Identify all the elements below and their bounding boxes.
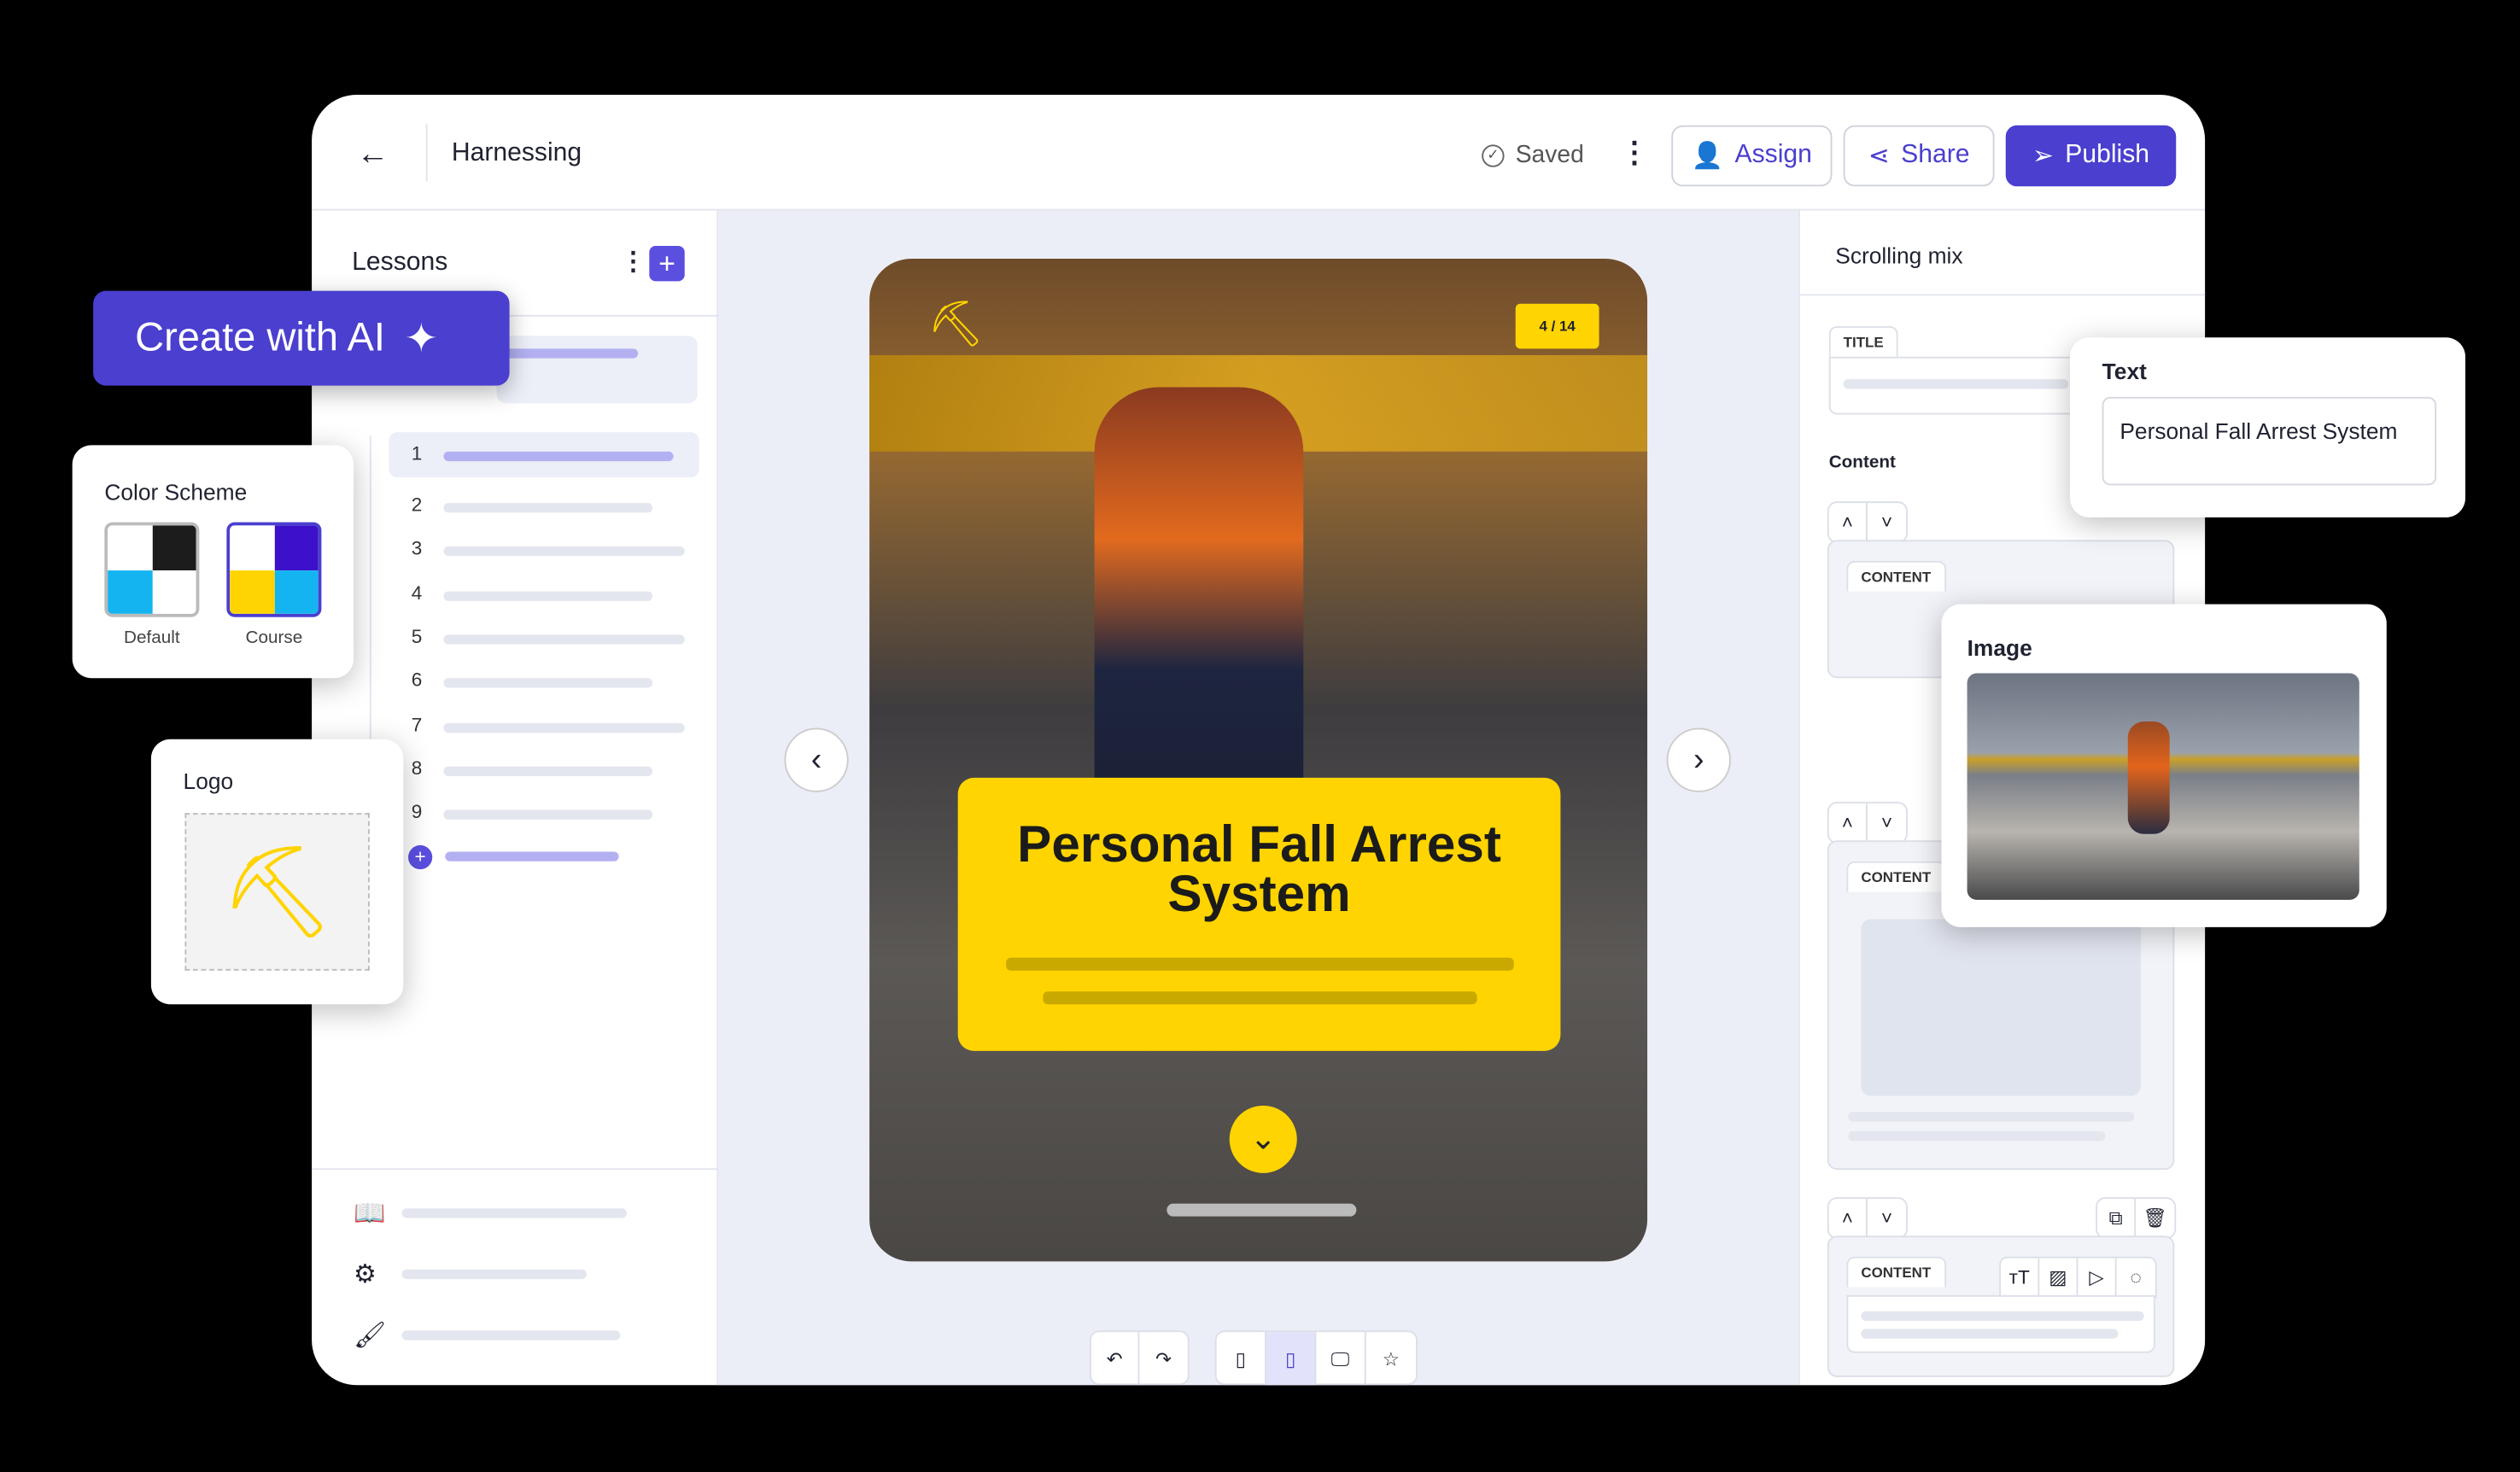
chevron-up-icon[interactable]: ˄ — [1829, 803, 1868, 843]
color-scheme-title: Color Scheme — [104, 478, 248, 505]
lesson-bar — [443, 503, 653, 513]
text-card-title: Text — [2102, 358, 2147, 384]
video-icon[interactable]: ▷ — [2078, 1258, 2117, 1297]
color-scheme-default[interactable] — [104, 522, 200, 617]
copy-icon[interactable]: ⧉ — [2097, 1198, 2137, 1238]
lesson-bar — [443, 634, 685, 645]
chevron-down-icon[interactable]: ˅ — [1868, 803, 1906, 842]
color-scheme-label: Course — [245, 628, 303, 648]
slide-title-card: Personal Fall Arrest System — [957, 777, 1561, 1051]
canvas-area: ⛏ 4 / 14 Personal Fall Arrest System ⌄ ‹… — [718, 210, 1798, 1386]
lesson-item[interactable]: 4 — [412, 581, 423, 604]
audio-icon[interactable]: ◌ — [2117, 1259, 2155, 1297]
lesson-item[interactable]: 7 — [412, 714, 423, 736]
check-circle-icon: ✓ — [1482, 143, 1505, 166]
color-scheme-card: Color Scheme Default Course — [72, 445, 354, 679]
redo-icon[interactable]: ↷ — [1139, 1332, 1187, 1385]
image-icon[interactable]: ▨ — [2039, 1258, 2079, 1297]
mobile-icon[interactable]: ▯ — [1217, 1332, 1267, 1386]
lesson-bar — [443, 451, 674, 462]
publish-button[interactable]: ➢ Publish — [2005, 125, 2177, 187]
lesson-bar — [443, 591, 653, 601]
lesson-group[interactable] — [496, 336, 698, 404]
image-preview[interactable] — [1967, 673, 2359, 900]
tablet-icon[interactable]: ▯ — [1266, 1332, 1317, 1386]
add-lesson-bar — [445, 851, 619, 862]
editor-window: ← Harnessing ✓ Saved ⋮ 👤 Assign ⋖ Share ➢ Pu… — [312, 95, 2206, 1386]
back-arrow-icon[interactable]: ← — [357, 137, 389, 173]
image-card: Image — [1941, 604, 2387, 927]
scroll-down-button[interactable]: ⌄ — [1229, 1105, 1297, 1173]
add-item-icon[interactable]: + — [408, 844, 433, 870]
worker-photo — [1094, 387, 1304, 821]
user-plus-icon: 👤 — [1691, 143, 1724, 171]
desktop-icon[interactable]: 🖵 — [1316, 1332, 1366, 1386]
saved-status: ✓ Saved — [1482, 142, 1584, 169]
top-bar: ← Harnessing ✓ Saved ⋮ 👤 Assign ⋖ Share ➢ Pu… — [312, 95, 2206, 211]
lesson-bar — [443, 678, 653, 688]
lessons-menu-icon[interactable]: ⋮ — [620, 246, 646, 278]
add-lesson-button[interactable]: + — [649, 245, 685, 282]
share-button[interactable]: ⋖ Share — [1843, 125, 1995, 187]
divider — [425, 123, 428, 182]
logo-card: Logo ⛏ — [150, 739, 404, 1005]
lesson-item[interactable]: 1 — [412, 442, 423, 464]
create-with-ai-button[interactable]: Create with AI ✦ — [93, 290, 510, 386]
slide-title: Personal Fall Arrest System — [1017, 815, 1501, 923]
color-scheme-course[interactable] — [226, 522, 322, 617]
lessons-title: Lessons — [352, 248, 448, 277]
excavator-icon: ⛏ — [219, 840, 335, 942]
slide-counter: 4 / 14 — [1515, 303, 1599, 349]
sparkles-icon: ✦ — [404, 315, 439, 361]
lesson-bar — [443, 766, 653, 777]
assign-button[interactable]: 👤 Assign — [1671, 125, 1833, 187]
share-icon: ⋖ — [1868, 143, 1890, 171]
content-label: Content — [1828, 453, 1896, 473]
text-card: Text Personal Fall Arrest System — [2070, 337, 2465, 518]
lesson-item[interactable]: 6 — [412, 669, 423, 691]
lesson-item[interactable]: 9 — [412, 800, 423, 822]
lesson-item[interactable]: 2 — [412, 494, 423, 516]
title-tag: TITLE — [1828, 326, 1898, 357]
lesson-item[interactable]: 5 — [412, 625, 423, 647]
lesson-item[interactable]: 8 — [412, 756, 423, 779]
reorder-controls: ˄ ˅ — [1827, 501, 1908, 544]
text-field[interactable]: Personal Fall Arrest System — [2102, 396, 2437, 486]
lesson-bar — [443, 809, 653, 820]
slide-preview: ⛏ 4 / 14 Personal Fall Arrest System ⌄ — [869, 259, 1648, 1262]
chevron-down-icon[interactable]: ˅ — [1868, 503, 1906, 541]
paint-roller-icon[interactable]: 🖌 — [354, 1319, 386, 1352]
send-icon: ➢ — [2032, 143, 2055, 171]
next-slide-button[interactable]: › — [1666, 727, 1731, 792]
star-icon[interactable]: ☆ — [1366, 1332, 1416, 1385]
lesson-item[interactable]: 3 — [412, 537, 423, 559]
logo-upload[interactable]: ⛏ — [184, 813, 370, 971]
text-icon[interactable]: тT — [2001, 1258, 2040, 1297]
device-toolbar: ▯ ▯ 🖵 ☆ — [1214, 1330, 1418, 1386]
chevron-up-icon[interactable]: ˄ — [1829, 503, 1868, 542]
undo-icon[interactable]: ↶ — [1091, 1332, 1140, 1386]
chevron-up-icon[interactable]: ˄ — [1829, 1198, 1868, 1238]
chevron-down-icon[interactable]: ˅ — [1868, 1199, 1906, 1237]
trash-icon[interactable]: 🗑 — [2136, 1199, 2174, 1237]
gear-icon[interactable]: ⚙ — [354, 1259, 377, 1291]
color-scheme-label: Default — [124, 628, 180, 648]
logo-title: Logo — [183, 768, 234, 794]
history-toolbar: ↶ ↷ — [1089, 1330, 1190, 1386]
lesson-bar — [443, 722, 685, 733]
more-menu-icon[interactable]: ⋮ — [1620, 137, 1649, 171]
content-block[interactable]: CONTENT тT ▨ ▷ ◌ — [1827, 1235, 2175, 1377]
book-icon[interactable]: 📖 — [354, 1197, 385, 1230]
image-card-title: Image — [1967, 634, 2032, 661]
panel-title: Scrolling mix — [1835, 242, 1963, 269]
prev-slide-button[interactable]: ‹ — [784, 727, 849, 792]
page-title: Harnessing — [451, 139, 582, 167]
lesson-bar — [443, 546, 685, 557]
logo-excavator-icon: ⛏ — [927, 299, 985, 349]
